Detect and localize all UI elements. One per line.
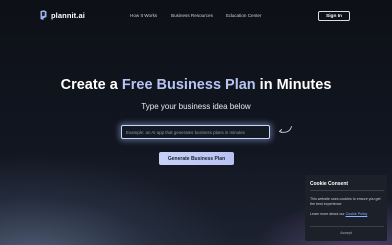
hero-title: Create a Free Business Plan in Minutes <box>0 77 392 93</box>
hero-title-prefix: Create a <box>60 77 122 93</box>
hero-title-highlight: Free Business Plan <box>121 77 256 93</box>
hero-subtitle: Type your business idea below <box>141 102 251 111</box>
curved-arrow-icon <box>279 126 292 134</box>
hero-title-suffix: in Minutes <box>255 77 332 93</box>
cookie-divider-bottom <box>310 226 384 227</box>
cookie-policy-link[interactable]: Cookie Policy <box>346 212 368 216</box>
cookie-learn-prefix: Learn more about our <box>310 212 346 216</box>
cookie-learn-more: Learn more about our Cookie Policy <box>310 212 367 216</box>
nav-link-how-it-works[interactable]: How It Works <box>130 13 157 18</box>
generate-business-plan-button[interactable]: Generate Business Plan <box>159 152 234 165</box>
cookie-consent-text: This website uses cookies to ensure you … <box>310 197 381 206</box>
brand-name: plannit.ai <box>51 10 85 20</box>
nav-link-business-resources[interactable]: Business Resources <box>171 13 213 18</box>
site-header: plannit.ai How It Works Business Resourc… <box>0 0 392 32</box>
cookie-consent-panel: Cookie Consent This website uses cookies… <box>305 175 387 241</box>
cookie-divider-top <box>310 190 384 191</box>
nav-link-education-center[interactable]: Education Center <box>226 13 262 18</box>
cookie-consent-title: Cookie Consent <box>310 181 349 187</box>
plannit-logo-icon <box>40 10 47 20</box>
brand-logo[interactable]: plannit.ai <box>40 10 85 20</box>
business-idea-input[interactable] <box>121 125 270 139</box>
cookie-accept-button[interactable]: Accept <box>305 231 387 235</box>
sign-in-button[interactable]: Sign In <box>318 11 350 21</box>
